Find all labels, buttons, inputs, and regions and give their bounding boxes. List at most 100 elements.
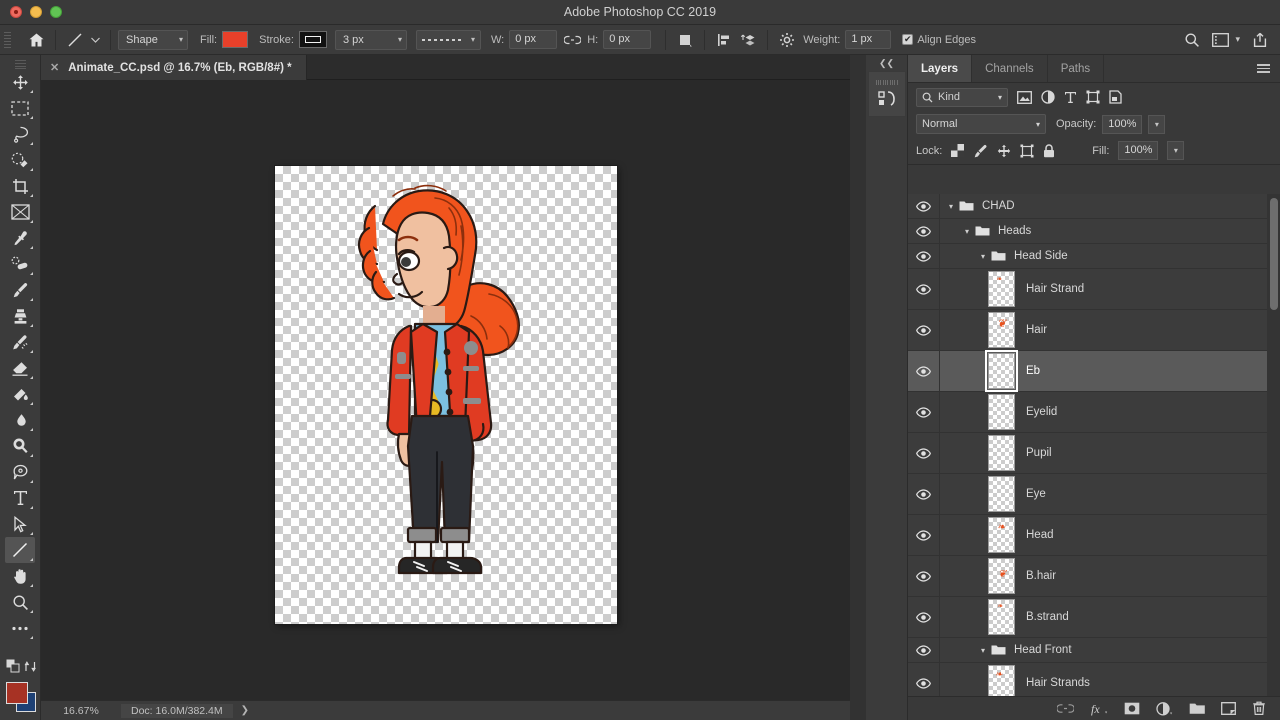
delete-layer-icon[interactable] bbox=[1252, 701, 1266, 716]
lock-image-pixels-icon[interactable] bbox=[973, 144, 988, 158]
layer-thumbnail[interactable] bbox=[988, 435, 1015, 471]
pixel-layers-filter-icon[interactable] bbox=[1017, 91, 1032, 104]
eraser-tool[interactable] bbox=[5, 355, 35, 381]
height-input[interactable]: 0 px bbox=[603, 30, 651, 49]
adjustment-layer-icon[interactable] bbox=[1156, 702, 1173, 716]
layer-list-scrollbar[interactable] bbox=[1267, 194, 1280, 720]
opacity-input[interactable]: 100% bbox=[1102, 115, 1142, 134]
rectangular-marquee-tool[interactable] bbox=[5, 95, 35, 121]
gradient-tool[interactable] bbox=[5, 381, 35, 407]
visibility-toggle[interactable] bbox=[908, 310, 940, 350]
shape-layers-filter-icon[interactable] bbox=[1086, 90, 1100, 104]
path-operations-icon[interactable] bbox=[673, 29, 697, 51]
layer-filter-kind-select[interactable]: Kind ▾ bbox=[916, 88, 1008, 107]
collapse-panels-icon[interactable]: ❮❮ bbox=[866, 55, 907, 71]
tab-layers[interactable]: Layers bbox=[908, 55, 972, 82]
chevron-right-icon[interactable]: ❯ bbox=[233, 705, 257, 716]
visibility-toggle[interactable] bbox=[908, 269, 940, 309]
history-brush-tool[interactable] bbox=[5, 329, 35, 355]
tab-paths[interactable]: Paths bbox=[1048, 55, 1104, 82]
layer-row-head-side[interactable]: ▾ Head Side bbox=[908, 244, 1280, 269]
chevron-down-icon[interactable]: ▾ bbox=[978, 252, 988, 261]
maximize-window-button[interactable] bbox=[50, 6, 62, 18]
visibility-toggle[interactable] bbox=[908, 597, 940, 637]
layer-row-chad[interactable]: ▾ CHAD bbox=[908, 194, 1280, 219]
hand-tool[interactable] bbox=[5, 563, 35, 589]
filter-toggle-icon[interactable] bbox=[1258, 86, 1272, 108]
layer-row-b-strand[interactable]: ❧ B.strand bbox=[908, 597, 1280, 638]
lock-artboard-icon[interactable] bbox=[1020, 144, 1034, 158]
visibility-toggle[interactable] bbox=[908, 556, 940, 596]
lock-all-icon[interactable] bbox=[1043, 144, 1055, 158]
fill-opacity-stepper[interactable]: ▾ bbox=[1167, 141, 1184, 160]
minimize-window-button[interactable] bbox=[30, 6, 42, 18]
home-icon[interactable] bbox=[24, 29, 48, 51]
workspace-icon[interactable] bbox=[1212, 33, 1229, 47]
fill-opacity-input[interactable]: 100% bbox=[1118, 141, 1158, 160]
type-tool[interactable] bbox=[5, 485, 35, 511]
dodge-tool[interactable] bbox=[5, 433, 35, 459]
visibility-toggle[interactable] bbox=[908, 194, 940, 218]
layer-thumbnail[interactable]: ❦ bbox=[988, 312, 1015, 348]
panel-menu-icon[interactable] bbox=[1247, 55, 1280, 82]
visibility-toggle[interactable] bbox=[908, 392, 940, 432]
chevron-down-icon[interactable]: ▾ bbox=[946, 202, 956, 211]
layer-thumbnail[interactable] bbox=[988, 353, 1015, 389]
layer-thumbnail[interactable]: ❧ bbox=[988, 517, 1015, 553]
link-layers-icon[interactable] bbox=[1057, 703, 1074, 714]
default-colors-icon[interactable] bbox=[6, 659, 20, 673]
visibility-toggle[interactable] bbox=[908, 638, 940, 662]
weight-input[interactable]: 1 px bbox=[845, 30, 891, 49]
blur-tool[interactable] bbox=[5, 407, 35, 433]
path-alignment-icon[interactable] bbox=[712, 29, 736, 51]
document-tab[interactable]: ✕ Animate_CC.psd @ 16.7% (Eb, RGB/8#) * bbox=[41, 55, 307, 80]
healing-brush-tool[interactable] bbox=[5, 251, 35, 277]
share-icon[interactable] bbox=[1252, 32, 1268, 48]
path-arrangement-icon[interactable] bbox=[736, 29, 760, 51]
layer-thumbnail[interactable]: ❧ bbox=[988, 271, 1015, 307]
layer-row-hair[interactable]: ❦ Hair bbox=[908, 310, 1280, 351]
line-tool[interactable] bbox=[5, 537, 35, 563]
tab-channels[interactable]: Channels bbox=[972, 55, 1048, 82]
crop-tool[interactable] bbox=[5, 173, 35, 199]
stroke-style-select[interactable]: ▾ bbox=[416, 30, 481, 50]
zoom-level[interactable]: 16.67% bbox=[41, 705, 121, 717]
brush-tool[interactable] bbox=[5, 277, 35, 303]
stroke-color-swatch[interactable] bbox=[299, 31, 327, 48]
visibility-toggle[interactable] bbox=[908, 433, 940, 473]
chevron-down-icon[interactable]: ▾ bbox=[978, 646, 988, 655]
eyedropper-tool[interactable] bbox=[5, 225, 35, 251]
layer-row-head[interactable]: ❧ Head bbox=[908, 515, 1280, 556]
visibility-toggle[interactable] bbox=[908, 474, 940, 514]
new-layer-icon[interactable] bbox=[1221, 702, 1236, 715]
move-tool[interactable] bbox=[5, 69, 35, 95]
layer-row-b-hair[interactable]: ❦ B.hair bbox=[908, 556, 1280, 597]
pen-tool[interactable] bbox=[5, 459, 35, 485]
path-selection-tool[interactable] bbox=[5, 511, 35, 537]
layer-thumbnail[interactable] bbox=[988, 394, 1015, 430]
foreground-color-swatch[interactable] bbox=[6, 682, 28, 704]
layer-row-heads[interactable]: ▾ Heads bbox=[908, 219, 1280, 244]
layer-row-head-front[interactable]: ▾ Head Front bbox=[908, 638, 1280, 663]
lock-transparent-pixels-icon[interactable] bbox=[951, 144, 964, 157]
chevron-down-icon[interactable]: ▾ bbox=[962, 227, 972, 236]
close-window-button[interactable] bbox=[10, 6, 22, 18]
layer-style-fx-icon[interactable]: fx bbox=[1090, 702, 1108, 716]
zoom-tool[interactable] bbox=[5, 589, 35, 615]
stroke-width-select[interactable]: 3 px ▾ bbox=[335, 30, 407, 50]
edit-toolbar-tool[interactable] bbox=[5, 615, 35, 641]
scrollbar-thumb[interactable] bbox=[1270, 198, 1278, 310]
line-tool-icon[interactable] bbox=[63, 29, 87, 51]
new-group-icon[interactable] bbox=[1189, 702, 1205, 715]
document-info[interactable]: Doc: 16.0M/382.4M ❯ bbox=[121, 704, 257, 718]
fill-color-swatch[interactable] bbox=[222, 31, 248, 48]
smart-object-filter-icon[interactable] bbox=[1109, 90, 1122, 104]
lasso-tool[interactable] bbox=[5, 121, 35, 147]
chevron-down-icon[interactable]: ▾ bbox=[1235, 34, 1240, 45]
layer-thumbnail[interactable] bbox=[988, 476, 1015, 512]
tools-panel-grip[interactable] bbox=[0, 60, 40, 69]
layer-row-eb[interactable]: Eb bbox=[908, 351, 1280, 392]
options-bar-grip[interactable] bbox=[4, 29, 12, 51]
blend-mode-select[interactable]: Normal ▾ bbox=[916, 114, 1046, 134]
layer-row-eyelid[interactable]: Eyelid bbox=[908, 392, 1280, 433]
